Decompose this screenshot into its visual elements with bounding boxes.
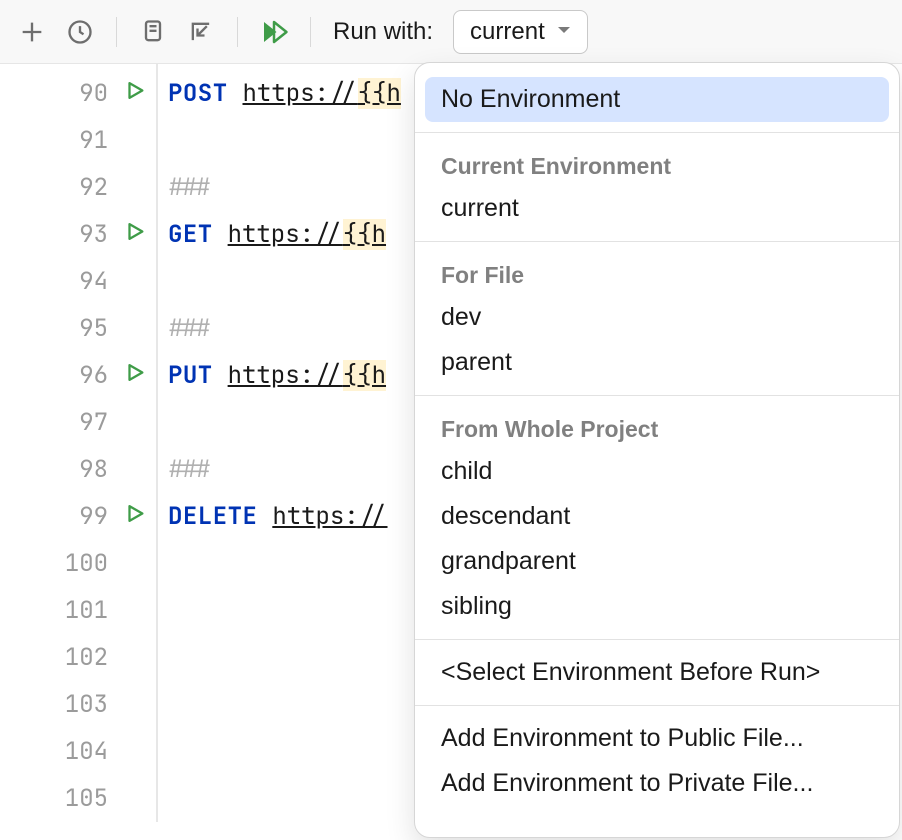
option-env-sibling[interactable]: sibling [425,584,889,629]
section-header-project: From Whole Project [425,406,889,449]
gutter-line: 101 [0,587,156,634]
http-method: PUT [168,360,228,391]
gutter-line: 95 [0,305,156,352]
option-env-child[interactable]: child [425,449,889,494]
gutter-line: 93 [0,211,156,258]
environment-popup: No Environment Current Environment curre… [414,62,900,838]
history-button[interactable] [62,14,98,50]
run-gutter-icon[interactable] [124,219,146,250]
gutter-line: 99 [0,493,156,540]
run-with-label: Run with: [333,18,433,46]
gutter-line: 96 [0,352,156,399]
http-method: POST [168,78,243,109]
option-env-current[interactable]: current [425,186,889,231]
option-add-public[interactable]: Add Environment to Public File... [425,716,889,761]
gutter-line: 90 [0,70,156,117]
template-variable: {{h [358,78,401,109]
option-select-before-run[interactable]: <Select Environment Before Run> [425,650,889,695]
option-no-environment[interactable]: No Environment [425,77,889,122]
run-gutter-icon[interactable] [124,360,146,391]
environment-dropdown-value: current [470,18,545,46]
dropdown-separator [415,132,899,133]
request-separator: ### [168,454,211,485]
template-variable: {{h [343,219,386,250]
gutter-line: 94 [0,258,156,305]
gutter-line: 97 [0,399,156,446]
option-env-grandparent[interactable]: grandparent [425,539,889,584]
request-separator: ### [168,172,211,203]
add-button[interactable] [14,14,50,50]
dropdown-separator [415,639,899,640]
chevron-down-icon [555,18,573,46]
request-url: https:// [228,360,343,391]
dropdown-separator [415,395,899,396]
template-variable: {{h [343,360,386,391]
import-button[interactable] [183,14,219,50]
http-method: DELETE [168,501,272,532]
section-header-file: For File [425,252,889,295]
request-separator: ### [168,313,211,344]
gutter-line: 100 [0,540,156,587]
gutter-line: 91 [0,117,156,164]
request-url: https:// [272,501,387,532]
section-header-current: Current Environment [425,143,889,186]
request-url: https:// [228,219,343,250]
toolbar-separator [237,17,238,47]
http-method: GET [168,219,228,250]
run-gutter-icon[interactable] [124,501,146,532]
examples-button[interactable] [135,14,171,50]
gutter-line: 104 [0,728,156,775]
option-add-private[interactable]: Add Environment to Private File... [425,761,889,806]
gutter-line: 92 [0,164,156,211]
gutter-line: 103 [0,681,156,728]
dropdown-separator [415,705,899,706]
run-all-button[interactable] [256,14,292,50]
request-url: https:// [243,78,358,109]
environment-dropdown[interactable]: current [453,10,588,54]
gutter-line: 102 [0,634,156,681]
toolbar: Run with: current [0,0,902,64]
gutter-line: 105 [0,775,156,822]
run-gutter-icon[interactable] [124,78,146,109]
option-env-parent[interactable]: parent [425,340,889,385]
toolbar-separator [310,17,311,47]
toolbar-separator [116,17,117,47]
gutter-line: 98 [0,446,156,493]
option-env-descendant[interactable]: descendant [425,494,889,539]
gutter: 90919293949596979899100101102103104105 [0,64,158,822]
option-env-dev[interactable]: dev [425,295,889,340]
dropdown-separator [415,241,899,242]
